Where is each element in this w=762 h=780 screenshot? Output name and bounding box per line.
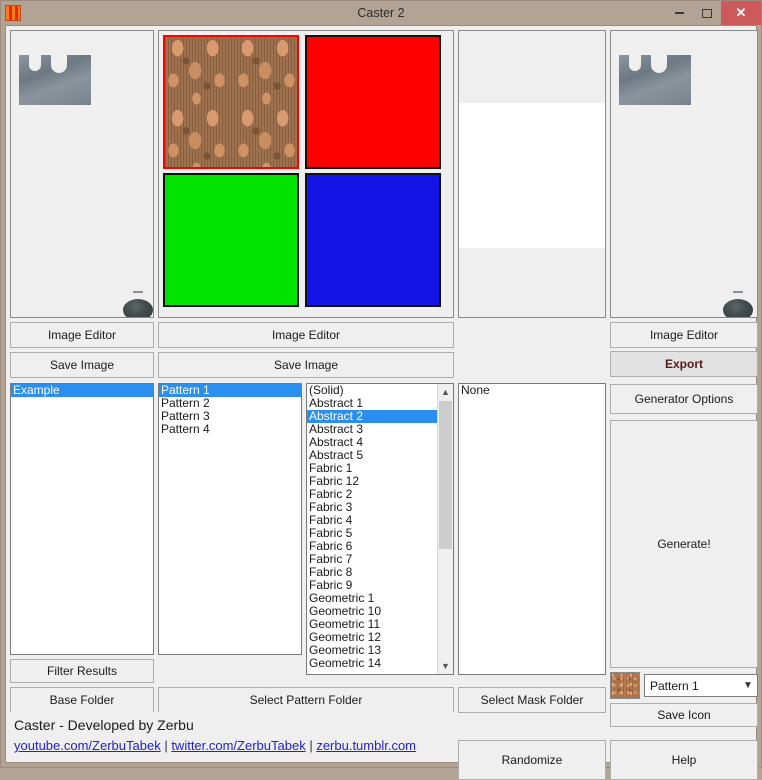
save-icon-button[interactable]: Save Icon xyxy=(610,703,758,727)
chevron-down-icon[interactable]: ▼ xyxy=(739,675,757,696)
mask-list[interactable]: None xyxy=(458,383,606,675)
window-controls: ✕ xyxy=(665,1,761,25)
left-image-editor-button[interactable]: Image Editor xyxy=(10,322,154,348)
pattern-image-editor-button[interactable]: Image Editor xyxy=(158,322,454,348)
generator-options-button[interactable]: Generator Options xyxy=(610,384,758,414)
texture-list-scrollbar[interactable]: ▲ ▼ xyxy=(437,384,453,674)
left-save-image-button[interactable]: Save Image xyxy=(10,352,154,378)
chevron-up-icon[interactable]: ▲ xyxy=(438,384,453,400)
icon-pattern-combo[interactable]: Pattern 1 ▼ xyxy=(644,674,758,697)
maximize-button[interactable] xyxy=(693,1,721,25)
title-bar[interactable]: Caster 2 ✕ xyxy=(1,1,761,25)
pattern-list[interactable]: Pattern 1Pattern 2Pattern 3Pattern 4 xyxy=(158,383,302,655)
list-item[interactable]: Example xyxy=(11,384,153,397)
minimize-button[interactable] xyxy=(665,1,693,25)
select-mask-folder-button[interactable]: Select Mask Folder xyxy=(458,687,606,713)
pattern-swatch-panel xyxy=(158,30,454,318)
preview-tiny-mark xyxy=(733,291,743,293)
mask-preview-panel xyxy=(458,30,606,318)
app-window: Caster 2 ✕ Image Editor Save Image Examp… xyxy=(0,0,762,768)
mask-white-band xyxy=(459,103,605,248)
base-folder-button[interactable]: Base Folder xyxy=(10,687,154,713)
close-button[interactable]: ✕ xyxy=(721,1,761,25)
window-title: Caster 2 xyxy=(1,6,761,20)
client-area: Image Editor Save Image Example Filter R… xyxy=(5,25,757,763)
randomize-button[interactable]: Randomize xyxy=(458,740,606,780)
help-button[interactable]: Help xyxy=(610,740,758,780)
filter-results-button[interactable]: Filter Results xyxy=(10,659,154,683)
garment-strap-gap-right xyxy=(651,55,667,73)
output-image-editor-button[interactable]: Image Editor xyxy=(610,322,758,348)
preview-blob-shape xyxy=(123,299,153,318)
chevron-down-icon[interactable]: ▼ xyxy=(438,658,453,674)
link-separator: | xyxy=(161,738,172,753)
damask-texture xyxy=(165,37,297,167)
garment-strap-gap-left xyxy=(29,55,41,71)
base-preview-panel xyxy=(10,30,154,318)
footer-links: youtube.com/ZerbuTabek | twitter.com/Zer… xyxy=(14,733,454,753)
garment-strap-gap-right xyxy=(51,55,67,73)
footer: Caster - Developed by Zerbu youtube.com/… xyxy=(6,712,454,762)
twitter-link[interactable]: twitter.com/ZerbuTabek xyxy=(171,738,305,753)
list-item[interactable]: Pattern 4 xyxy=(159,423,301,436)
pattern-save-image-button[interactable]: Save Image xyxy=(158,352,454,378)
swatch-red[interactable] xyxy=(305,35,441,169)
texture-list[interactable]: (Solid)Abstract 1Abstract 2Abstract 3Abs… xyxy=(306,383,454,675)
preview-tiny-mark xyxy=(133,291,143,293)
list-item[interactable]: Geometric 14 xyxy=(307,657,437,670)
texture-list-items: (Solid)Abstract 1Abstract 2Abstract 3Abs… xyxy=(307,384,437,670)
link-separator: | xyxy=(306,738,317,753)
swatch-green[interactable] xyxy=(163,173,299,307)
swatch-blue[interactable] xyxy=(305,173,441,307)
list-item[interactable]: None xyxy=(459,384,605,397)
youtube-link[interactable]: youtube.com/ZerbuTabek xyxy=(14,738,161,753)
garment-strap-gap-left xyxy=(629,55,641,71)
base-list[interactable]: Example xyxy=(10,383,154,655)
credit-text: Caster - Developed by Zerbu xyxy=(14,712,454,733)
select-pattern-folder-button[interactable]: Select Pattern Folder xyxy=(158,687,454,713)
output-preview-panel xyxy=(610,30,758,318)
export-button[interactable]: Export xyxy=(610,351,758,377)
swatch-pattern[interactable] xyxy=(163,35,299,169)
pattern-thumbnail[interactable] xyxy=(610,672,640,699)
scrollbar-thumb[interactable] xyxy=(439,401,452,549)
preview-blob-shape xyxy=(723,299,753,318)
icon-pattern-combo-value: Pattern 1 xyxy=(650,679,699,693)
tumblr-link[interactable]: zerbu.tumblr.com xyxy=(316,738,416,753)
generate-button[interactable]: Generate! xyxy=(610,420,758,668)
checkered-pattern-icon xyxy=(5,5,21,21)
